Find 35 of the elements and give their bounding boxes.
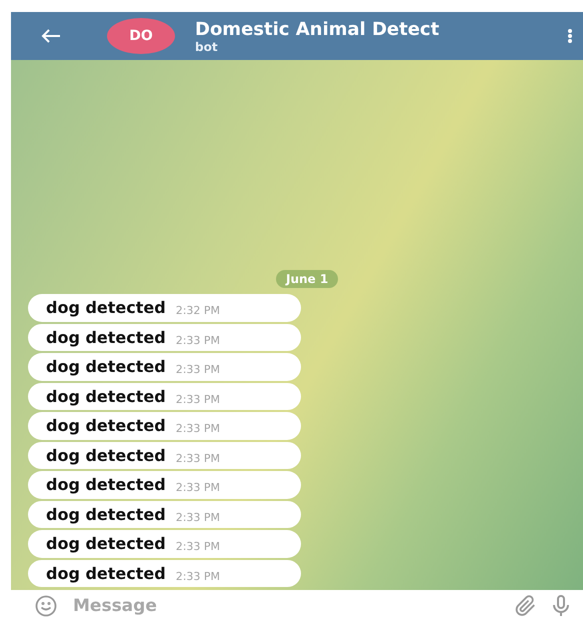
chat-subtitle: bot — [195, 40, 219, 54]
message-time: 2:32 PM — [176, 304, 220, 318]
message-time: 2:33 PM — [176, 510, 220, 524]
message-text: dog detected — [46, 504, 166, 524]
message-text: dog detected — [46, 416, 166, 436]
more-button[interactable] — [567, 28, 573, 44]
emoji-button[interactable] — [35, 594, 57, 616]
back-arrow-icon — [41, 28, 61, 44]
message-text: dog detected — [46, 357, 166, 376]
message-text: dog detected — [46, 328, 166, 347]
message-time: 2:33 PM — [176, 422, 220, 436]
voice-button[interactable] — [551, 594, 571, 616]
message-text: dog detected — [46, 298, 166, 318]
message-time: 2:33 PM — [176, 392, 220, 406]
message-time: 2:33 PM — [176, 334, 220, 347]
chat-title: Domestic Animal Detect — [195, 18, 440, 40]
smiley-icon — [35, 594, 57, 616]
message-time: 2:33 PM — [176, 481, 220, 494]
more-icon — [567, 28, 573, 44]
message-text: dog detected — [46, 564, 166, 583]
microphone-icon — [551, 594, 571, 616]
message-text: dog detected — [46, 534, 166, 554]
message-input[interactable]: Message — [71, 594, 501, 616]
back-button[interactable] — [41, 28, 61, 44]
message-time: 2:33 PM — [176, 452, 220, 465]
message-time: 2:33 PM — [176, 363, 220, 376]
message-time: 2:33 PM — [176, 570, 220, 583]
message-text: dog detected — [46, 475, 166, 494]
message-text: dog detected — [46, 446, 166, 465]
paperclip-icon — [515, 594, 537, 616]
message-text: dog detected — [46, 386, 166, 406]
avatar[interactable]: DO — [107, 18, 175, 54]
attach-button[interactable] — [515, 594, 537, 616]
message-time: 2:33 PM — [176, 540, 220, 554]
date-label: June 1 — [276, 270, 338, 288]
